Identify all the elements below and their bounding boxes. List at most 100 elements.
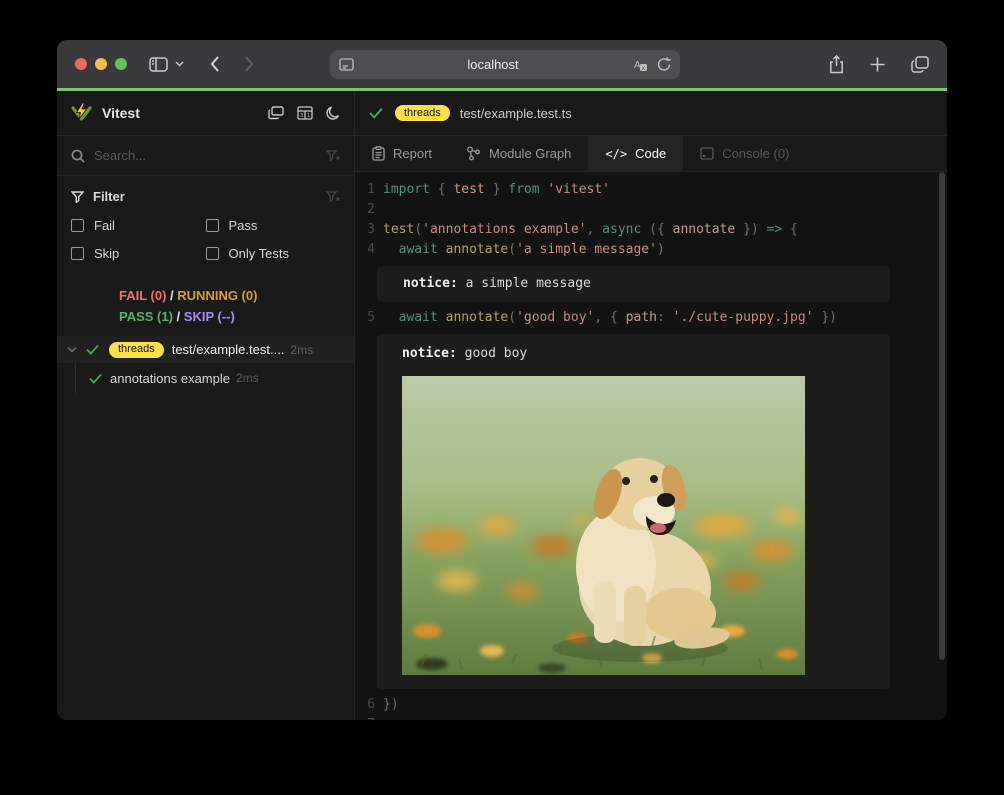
translate-icon[interactable]: Ax <box>632 58 648 72</box>
filter-checkbox-skip[interactable]: Skip <box>71 246 206 261</box>
checkbox-label: Skip <box>94 246 119 261</box>
search-bar <box>57 136 354 176</box>
skip-count: SKIP (--) <box>184 309 235 324</box>
share-icon[interactable] <box>829 55 844 74</box>
tab-console[interactable]: Console (0) <box>683 136 806 171</box>
puppy-photo <box>402 376 805 675</box>
code-token: annotate <box>446 310 509 325</box>
checkbox[interactable] <box>71 247 84 260</box>
svg-text:1: 1 <box>307 113 310 119</box>
annotation-notice: notice: a simple message <box>377 266 890 302</box>
page-icon[interactable] <box>339 58 354 71</box>
code-line: 1import { test } from 'vitest' <box>355 180 947 200</box>
test-case-row[interactable]: annotations example 2ms <box>75 363 354 393</box>
notice-text: notice: good boy <box>402 344 890 364</box>
close-button[interactable] <box>75 58 87 70</box>
minimize-button[interactable] <box>95 58 107 70</box>
module-graph-icon <box>466 146 481 161</box>
notice-text: notice: a simple message <box>403 274 890 294</box>
tab-code[interactable]: </> Code <box>588 136 683 171</box>
test-case-name: annotations example <box>110 371 230 386</box>
line-number: 3 <box>355 220 375 240</box>
filter-checkbox-fail[interactable]: Fail <box>71 218 206 233</box>
status-line-2: PASS (1) / SKIP (--) <box>119 306 354 327</box>
sidebar-toggle-icon[interactable] <box>149 57 168 72</box>
notice-label: notice: <box>403 276 458 291</box>
code-token: await <box>399 242 438 257</box>
browser-toolbar: localhost Ax <box>57 40 947 88</box>
code-line: 7 <box>355 715 947 720</box>
code-token: './cute-puppy.jpg' <box>673 310 814 325</box>
code-line: 3 test('annotations example', async ({ an… <box>355 220 947 240</box>
clear-search-filter-icon[interactable] <box>326 150 340 162</box>
tab-label: Code <box>635 146 666 161</box>
code-token: async <box>602 222 641 237</box>
code-icon: </> <box>605 147 627 161</box>
browser-window: localhost Ax <box>57 40 947 720</box>
app-title: Vitest <box>102 105 140 121</box>
status-line-1: FAIL (0) / RUNNING (0) <box>119 285 354 306</box>
code-token: => <box>767 222 783 237</box>
chevron-down-icon[interactable] <box>67 346 77 353</box>
code-text: }) <box>383 695 399 715</box>
url-text[interactable]: localhost <box>354 57 632 72</box>
windows-icon[interactable] <box>268 106 284 120</box>
svg-text:x: x <box>642 65 646 72</box>
code-line: 4 await annotate('a simple message') <box>355 240 947 260</box>
dashboard-icon[interactable]: 31 <box>297 106 313 120</box>
code-token <box>383 242 399 257</box>
checkbox-label: Pass <box>229 218 258 233</box>
filter-section: Filter Fail Pass Skip Only Tests <box>57 176 354 273</box>
code-line: 6}) <box>355 695 947 715</box>
plus-icon[interactable] <box>870 57 885 72</box>
tab-module-graph[interactable]: Module Graph <box>449 136 588 171</box>
code-token: ({ <box>641 222 672 237</box>
code-token: annotate <box>446 242 509 257</box>
tab-label: Console (0) <box>722 146 789 161</box>
checkbox[interactable] <box>206 247 219 260</box>
checkbox[interactable] <box>206 219 219 232</box>
code-text: await annotate('a simple message') <box>383 240 665 260</box>
filter-checkbox-only-tests[interactable]: Only Tests <box>206 246 341 261</box>
clear-filter-icon[interactable] <box>326 191 340 203</box>
report-icon <box>372 146 385 161</box>
checkbox[interactable] <box>71 219 84 232</box>
notice-label: notice: <box>402 346 457 361</box>
code-token: await <box>399 310 438 325</box>
test-status-summary: FAIL (0) / RUNNING (0) PASS (1) / SKIP (… <box>57 285 354 327</box>
tab-overview-icon[interactable] <box>911 56 929 73</box>
code-token: { <box>430 182 453 197</box>
vertical-scrollbar[interactable] <box>939 172 945 660</box>
chevron-down-icon[interactable] <box>175 61 184 67</box>
filter-checkbox-pass[interactable]: Pass <box>206 218 341 233</box>
moon-icon[interactable] <box>326 106 340 121</box>
code-token: test <box>453 182 484 197</box>
search-icon <box>71 149 85 163</box>
code-token: } <box>485 182 508 197</box>
main-panel: threads test/example.test.ts Report <box>355 91 947 720</box>
code-text: test('annotations example', async ({ ann… <box>383 220 798 240</box>
address-bar[interactable]: localhost Ax <box>330 50 680 79</box>
pool-badge: threads <box>395 105 450 121</box>
code-token: ( <box>508 242 516 257</box>
zoom-button[interactable] <box>115 58 127 70</box>
code-token: }) <box>735 222 766 237</box>
tab-bar: Report Module Graph </> Code <box>355 136 947 172</box>
test-file-row[interactable]: threads test/example.test.... 2ms <box>57 336 354 363</box>
checkbox-label: Only Tests <box>229 246 289 261</box>
tab-report[interactable]: Report <box>355 136 449 171</box>
forward-button[interactable] <box>244 56 254 72</box>
file-header: threads test/example.test.ts <box>355 91 947 136</box>
code-token: test <box>383 222 414 237</box>
reload-icon[interactable] <box>657 57 671 72</box>
code-view[interactable]: 1import { test } from 'vitest'23test('an… <box>355 172 947 720</box>
line-number: 1 <box>355 180 375 200</box>
search-input[interactable] <box>94 148 326 163</box>
code-token: 'vitest' <box>547 182 610 197</box>
code-token: }) <box>383 697 399 712</box>
pass-count: PASS (1) <box>119 309 173 324</box>
back-button[interactable] <box>210 56 220 72</box>
check-icon <box>369 107 383 119</box>
code-token: ) <box>657 242 665 257</box>
tab-label: Report <box>393 146 432 161</box>
